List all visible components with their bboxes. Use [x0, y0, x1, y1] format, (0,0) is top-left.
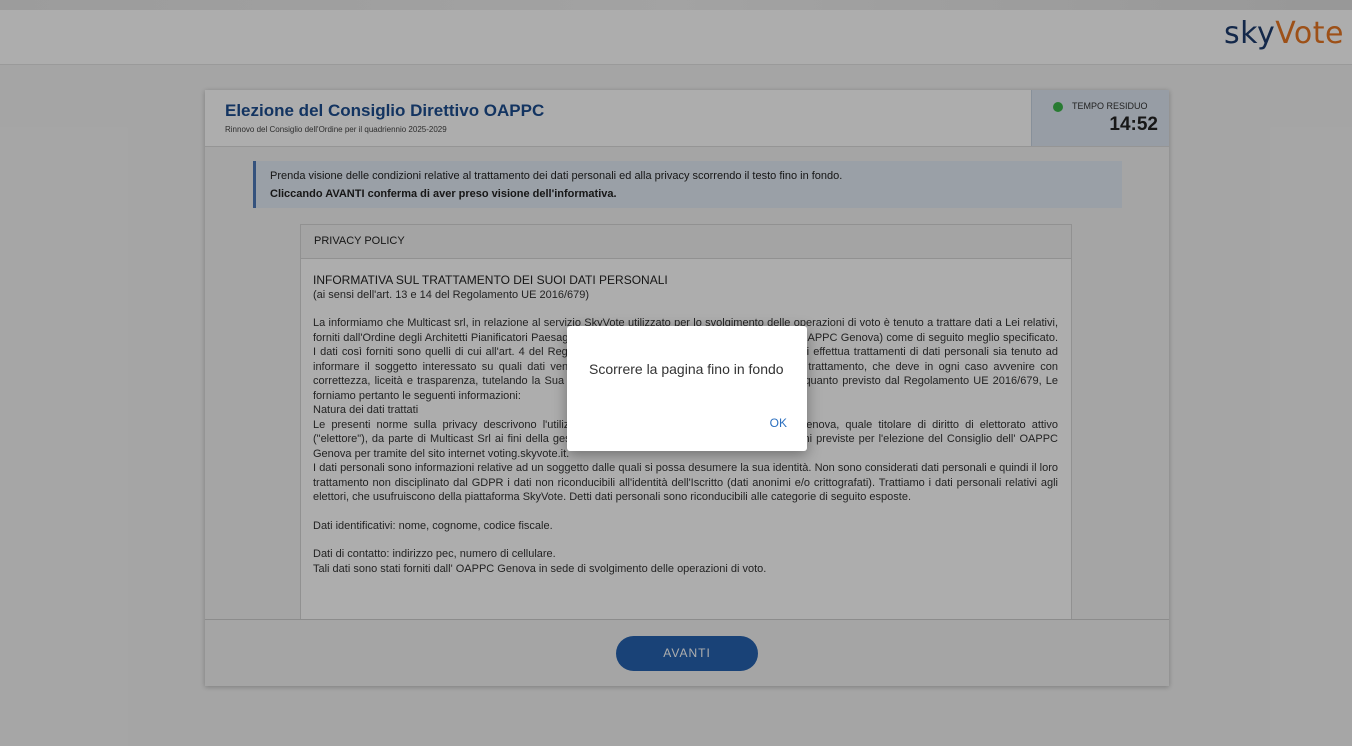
scroll-alert-dialog: Scorrere la pagina fino in fondo OK — [567, 326, 807, 451]
dialog-message: Scorrere la pagina fino in fondo — [589, 361, 784, 377]
dialog-ok-button[interactable]: OK — [770, 416, 787, 430]
